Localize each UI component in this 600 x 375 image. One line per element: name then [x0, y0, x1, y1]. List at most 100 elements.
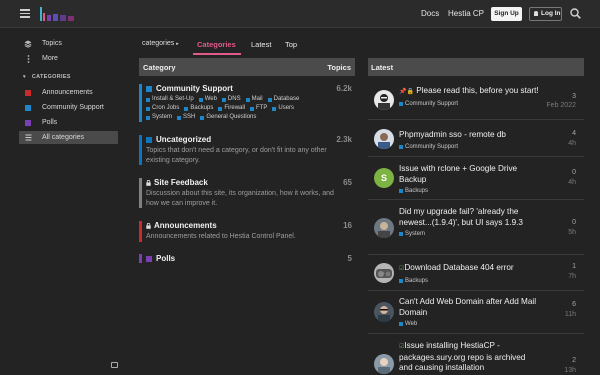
category-color-swatch [146, 85, 152, 92]
activity-age[interactable]: 4h [568, 179, 576, 186]
topic-title[interactable]: Download Database 404 error [404, 263, 513, 272]
topic-title[interactable]: Phpmyadmin sso - remote db [399, 130, 506, 139]
activity-age[interactable]: 7h [568, 273, 576, 280]
category-title[interactable]: Site Feedback [154, 178, 208, 187]
avatar[interactable] [374, 218, 394, 238]
subcategory-link[interactable]: Cron Jobs [146, 104, 179, 113]
category-title[interactable]: Polls [156, 254, 175, 263]
avatar[interactable] [374, 90, 394, 110]
category-row-polls[interactable]: Polls 5 [139, 254, 355, 263]
sidebar-item-label: All categories [42, 134, 85, 141]
subcategory-link[interactable]: Web [198, 95, 217, 104]
subcategory-link[interactable]: System [146, 113, 172, 122]
subcategory-link[interactable]: Users [272, 104, 294, 113]
tab-latest[interactable]: Latest [251, 40, 271, 49]
subcategory-link[interactable]: SSH [177, 113, 195, 122]
hestia-logo[interactable] [40, 5, 76, 23]
activity-age[interactable]: 5h [568, 229, 576, 236]
sign-up-button[interactable]: Sign Up [491, 7, 522, 21]
sidebar-item-label: Topics [42, 40, 62, 47]
subcategory-link[interactable]: Install & Set-Up [146, 95, 194, 104]
avatar[interactable] [374, 129, 394, 149]
topic-title-block: Issue with rclone + Google Drive Backup … [399, 164, 539, 197]
sidebar-item-announcements[interactable]: Announcements [19, 86, 119, 99]
topic-count: 6.2k [336, 84, 352, 93]
avatar[interactable] [374, 263, 394, 283]
category-description: Discussion about this site, its organiza… [146, 190, 334, 207]
header-link-docs[interactable]: Docs [421, 9, 439, 18]
search-icon[interactable] [570, 8, 581, 19]
reply-count: 0 [572, 169, 576, 176]
topic-row[interactable]: Did my upgrade fail? 'already the newest… [368, 200, 584, 255]
topic-title-block: ☑Issue installing HestiaCP - packages.su… [399, 341, 539, 374]
category-row-uncategorized[interactable]: Uncategorized 2.3k Topics that don't nee… [139, 135, 355, 165]
subcategory-link[interactable]: FTP [250, 104, 267, 113]
sidebar-collapse-icon[interactable] [111, 362, 118, 368]
subcategory-link[interactable]: Backups [184, 104, 213, 113]
latest-header: Latest [368, 58, 584, 76]
avatar[interactable]: S [374, 168, 394, 188]
reply-count: 6 [572, 301, 576, 308]
category-color-swatch [25, 119, 31, 126]
subcategory-link[interactable]: Mail [245, 95, 263, 104]
topic-category[interactable]: Community Support [399, 142, 539, 153]
activity-age[interactable]: 11h [565, 311, 576, 318]
topic-row[interactable]: 📌🔒 Please read this, before you start! C… [368, 80, 584, 120]
sidebar-item-all-categories[interactable]: All categories [19, 131, 118, 144]
topic-title[interactable]: Please read this, before you start! [416, 86, 538, 95]
category-row-community-support[interactable]: Community Support 6.2k Install & Set-Up … [139, 84, 355, 122]
sidebar-item-label: More [42, 55, 58, 62]
subcategory-link[interactable]: DNS [221, 95, 241, 104]
hamburger-menu-icon[interactable] [20, 9, 30, 18]
sidebar-item-label: Announcements [42, 89, 93, 96]
category-title[interactable]: Announcements [154, 221, 217, 230]
sidebar-item-topics[interactable]: Topics [19, 37, 119, 50]
topic-row[interactable]: Can't Add Web Domain after Add Mail Doma… [368, 291, 584, 334]
category-title[interactable]: Uncategorized [156, 135, 211, 144]
sidebar-item-polls[interactable]: Polls [19, 116, 119, 129]
sidebar [0, 28, 126, 375]
topic-title[interactable]: Can't Add Web Domain after Add Mail Doma… [399, 297, 536, 317]
activity-age[interactable]: 13h [564, 367, 576, 374]
sidebar-item-more[interactable]: More [19, 52, 119, 65]
subcategory-link[interactable]: Firewall [218, 104, 245, 113]
topic-title[interactable]: Did my upgrade fail? 'already the newest… [399, 207, 523, 227]
dropdown-label: categories [142, 40, 175, 47]
activity-age[interactable]: Feb 2022 [546, 102, 576, 109]
topic-count: 65 [343, 178, 352, 187]
topic-category[interactable]: Backups [399, 276, 539, 287]
column-header-topics: Topics [327, 63, 351, 72]
activity-age[interactable]: 4h [568, 140, 576, 147]
tab-categories[interactable]: Categories [197, 40, 236, 49]
subcategory-link[interactable]: Database [267, 95, 299, 104]
topic-category[interactable]: Web [399, 319, 539, 330]
subcategory-list: Install & Set-Up Web DNS Mail Database C… [146, 95, 322, 122]
avatar[interactable] [374, 302, 394, 322]
topic-category[interactable]: Backups [399, 186, 539, 197]
header-link-hestia-cp[interactable]: Hestia CP [448, 9, 484, 18]
lock-icon [146, 222, 151, 229]
topic-title-block: Can't Add Web Domain after Add Mail Doma… [399, 297, 539, 330]
topic-category[interactable]: System [399, 229, 539, 240]
topic-row[interactable]: ☑Issue installing HestiaCP - packages.su… [368, 334, 584, 375]
topic-title[interactable]: Issue with rclone + Google Drive Backup [399, 164, 517, 184]
topic-row[interactable]: S Issue with rclone + Google Drive Backu… [368, 157, 584, 200]
category-row-announcements[interactable]: Announcements 16 Announcements related t… [139, 221, 355, 242]
log-in-button[interactable]: Log In [529, 7, 562, 21]
category-row-site-feedback[interactable]: Site Feedback 65 Discussion about this s… [139, 178, 355, 208]
topic-row[interactable]: Phpmyadmin sso - remote db Community Sup… [368, 120, 584, 157]
sidebar-item-community-support[interactable]: Community Support [19, 101, 119, 114]
subcategory-link[interactable]: General Questions [200, 113, 256, 122]
topic-row[interactable]: ☑Download Database 404 error Backups 1 7… [368, 255, 584, 291]
chevron-down-icon: ▾ [23, 74, 26, 80]
sidebar-categories-heading[interactable]: ▾ CATEGORIES [23, 74, 71, 80]
categories-dropdown[interactable]: categories ▸ [142, 40, 179, 47]
topic-category[interactable]: Community Support [399, 99, 539, 110]
topic-count: 5 [347, 254, 352, 263]
category-title[interactable]: Community Support [156, 84, 233, 93]
avatar[interactable] [374, 354, 394, 374]
topic-title-block: ☑Download Database 404 error Backups [399, 263, 539, 286]
tab-top[interactable]: Top [285, 40, 297, 49]
topic-title-block: Did my upgrade fail? 'already the newest… [399, 207, 539, 240]
topic-title[interactable]: Issue installing HestiaCP - packages.sur… [399, 341, 525, 372]
